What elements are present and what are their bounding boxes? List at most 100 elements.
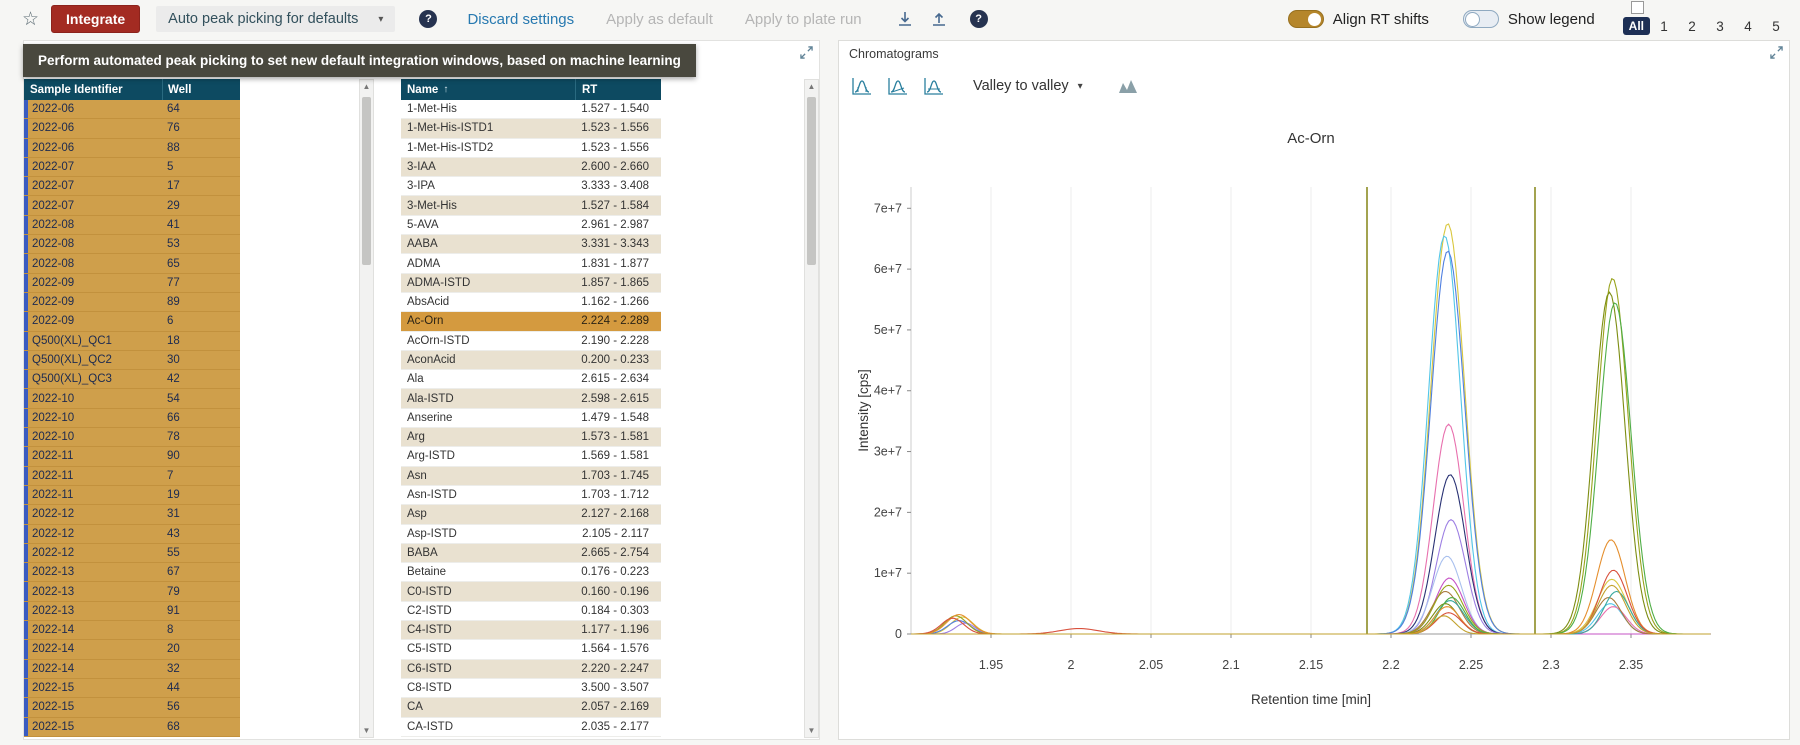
table-row[interactable]: 2022-0688: [24, 139, 240, 158]
table-row[interactable]: CA-ISTD2.035 - 2.177: [401, 718, 661, 737]
scroll-thumb[interactable]: [807, 97, 816, 265]
table-row[interactable]: Arg-ISTD1.569 - 1.581: [401, 447, 661, 466]
table-row[interactable]: 3-Met-His1.527 - 1.584: [401, 196, 661, 215]
table-row[interactable]: Arg1.573 - 1.581: [401, 428, 661, 447]
download-icon[interactable]: [896, 10, 914, 28]
table-row[interactable]: 2022-1367: [24, 563, 240, 582]
expand-chromatograms-icon[interactable]: [1770, 46, 1783, 64]
table-row[interactable]: Asn-ISTD1.703 - 1.712: [401, 486, 661, 505]
table-row[interactable]: Ala2.615 - 2.634: [401, 370, 661, 389]
table-row[interactable]: 1-Met-His-ISTD11.523 - 1.556: [401, 119, 661, 138]
overlay-chart-icon[interactable]: [1113, 73, 1143, 99]
trace-filter-1-button[interactable]: 1: [1650, 19, 1678, 34]
col-header-name[interactable]: Name ↑: [401, 84, 575, 96]
trace-filter-checkbox[interactable]: [1631, 1, 1644, 14]
col-header-well[interactable]: Well: [162, 79, 240, 100]
table-row[interactable]: Asp-ISTD2.105 - 2.117: [401, 525, 661, 544]
table-row[interactable]: C2-ISTD0.184 - 0.303: [401, 602, 661, 621]
table-row[interactable]: 2022-1054: [24, 389, 240, 408]
table-row[interactable]: Asn1.703 - 1.745: [401, 467, 661, 486]
table-row[interactable]: C8-ISTD3.500 - 3.507: [401, 679, 661, 698]
table-row[interactable]: Q500(XL)_QC230: [24, 351, 240, 370]
table-row[interactable]: 1-Met-His1.527 - 1.540: [401, 100, 661, 119]
trace-filter-4-button[interactable]: 4: [1734, 19, 1762, 34]
table-row[interactable]: C4-ISTD1.177 - 1.196: [401, 621, 661, 640]
apply-as-default-link[interactable]: Apply as default: [606, 11, 713, 28]
show-legend-toggle[interactable]: [1463, 10, 1499, 28]
help-icon[interactable]: ?: [419, 10, 437, 28]
align-rt-toggle[interactable]: [1288, 10, 1324, 28]
trace-filter-3-button[interactable]: 3: [1706, 19, 1734, 34]
table-row[interactable]: 2022-0989: [24, 293, 240, 312]
table-row[interactable]: 2022-096: [24, 312, 240, 331]
table-row[interactable]: AABA3.331 - 3.343: [401, 235, 661, 254]
table-row[interactable]: ADMA1.831 - 1.877: [401, 254, 661, 273]
table-row[interactable]: 2022-1568: [24, 718, 240, 737]
trace-filter-5-button[interactable]: 5: [1762, 19, 1790, 34]
table-row[interactable]: BABA2.665 - 2.754: [401, 544, 661, 563]
table-row[interactable]: 3-IAA2.600 - 2.660: [401, 158, 661, 177]
col-header-sample-identifier[interactable]: Sample Identifier: [24, 84, 162, 96]
table-row[interactable]: 2022-148: [24, 621, 240, 640]
table-row[interactable]: 2022-075: [24, 158, 240, 177]
trace-filter-2-button[interactable]: 2: [1678, 19, 1706, 34]
table-row[interactable]: 2022-1379: [24, 582, 240, 601]
trace-filter-all-button[interactable]: All: [1623, 17, 1650, 35]
table-row[interactable]: Anserine1.479 - 1.548: [401, 409, 661, 428]
integrate-button[interactable]: Integrate: [51, 5, 140, 33]
chromatogram-plot[interactable]: 1.9522.052.12.152.22.252.32.3501e+72e+73…: [839, 103, 1789, 739]
table-row[interactable]: 2022-1119: [24, 486, 240, 505]
table-row[interactable]: 2022-1420: [24, 640, 240, 659]
scroll-track[interactable]: [805, 93, 818, 724]
table-row[interactable]: 2022-1243: [24, 525, 240, 544]
table-row[interactable]: Ala-ISTD2.598 - 2.615: [401, 389, 661, 408]
table-row[interactable]: C0-ISTD0.160 - 0.196: [401, 582, 661, 601]
upload-icon[interactable]: [930, 10, 948, 28]
table-row[interactable]: 2022-1391: [24, 602, 240, 621]
table-row[interactable]: Betaine0.176 - 0.223: [401, 563, 661, 582]
apply-to-plate-run-link[interactable]: Apply to plate run: [745, 11, 862, 28]
integration-style-icon-3[interactable]: [919, 73, 949, 99]
col-header-rt[interactable]: RT: [575, 79, 661, 100]
scroll-thumb[interactable]: [362, 97, 371, 265]
table-row[interactable]: 5-AVA2.961 - 2.987: [401, 216, 661, 235]
table-row[interactable]: Q500(XL)_QC342: [24, 370, 240, 389]
integration-style-icon-1[interactable]: [847, 73, 877, 99]
peak-picking-dropdown[interactable]: Auto peak picking for defaults ▾: [156, 6, 395, 32]
help-icon-2[interactable]: ?: [970, 10, 988, 28]
table-row[interactable]: 2022-1190: [24, 447, 240, 466]
table-row[interactable]: C5-ISTD1.564 - 1.576: [401, 640, 661, 659]
table-row[interactable]: 1-Met-His-ISTD21.523 - 1.556: [401, 139, 661, 158]
metabolites-scrollbar[interactable]: ▲ ▼: [804, 79, 819, 738]
table-row[interactable]: 2022-0841: [24, 216, 240, 235]
scroll-track[interactable]: [360, 93, 373, 724]
table-row[interactable]: 2022-0676: [24, 119, 240, 138]
table-row[interactable]: 2022-117: [24, 467, 240, 486]
table-row[interactable]: AconAcid0.200 - 0.233: [401, 351, 661, 370]
table-row[interactable]: 2022-1255: [24, 544, 240, 563]
integration-mode-dropdown[interactable]: Valley to valley ▾: [965, 74, 1091, 98]
table-row[interactable]: C6-ISTD2.220 - 2.247: [401, 660, 661, 679]
table-row[interactable]: 2022-1544: [24, 679, 240, 698]
scroll-down-icon[interactable]: ▼: [808, 724, 816, 737]
table-row[interactable]: 2022-0853: [24, 235, 240, 254]
table-row[interactable]: 2022-0664: [24, 100, 240, 119]
table-row[interactable]: 2022-1432: [24, 660, 240, 679]
table-row[interactable]: ADMA-ISTD1.857 - 1.865: [401, 274, 661, 293]
table-row[interactable]: 2022-1231: [24, 505, 240, 524]
table-row[interactable]: 2022-0865: [24, 254, 240, 273]
table-row-selected[interactable]: Ac-Orn2.224 - 2.289: [401, 312, 661, 331]
integration-style-icon-2[interactable]: [883, 73, 913, 99]
table-row[interactable]: Asp2.127 - 2.168: [401, 505, 661, 524]
table-row[interactable]: 2022-0977: [24, 274, 240, 293]
table-row[interactable]: 2022-0729: [24, 196, 240, 215]
scroll-down-icon[interactable]: ▼: [363, 724, 371, 737]
discard-settings-link[interactable]: Discard settings: [467, 11, 574, 28]
scroll-up-icon[interactable]: ▲: [363, 80, 371, 93]
table-row[interactable]: 2022-0717: [24, 177, 240, 196]
table-row[interactable]: 2022-1556: [24, 698, 240, 717]
samples-scrollbar[interactable]: ▲ ▼: [359, 79, 374, 738]
favorite-star-icon[interactable]: ☆: [22, 8, 39, 31]
table-row[interactable]: 2022-1078: [24, 428, 240, 447]
table-row[interactable]: AbsAcid1.162 - 1.266: [401, 293, 661, 312]
